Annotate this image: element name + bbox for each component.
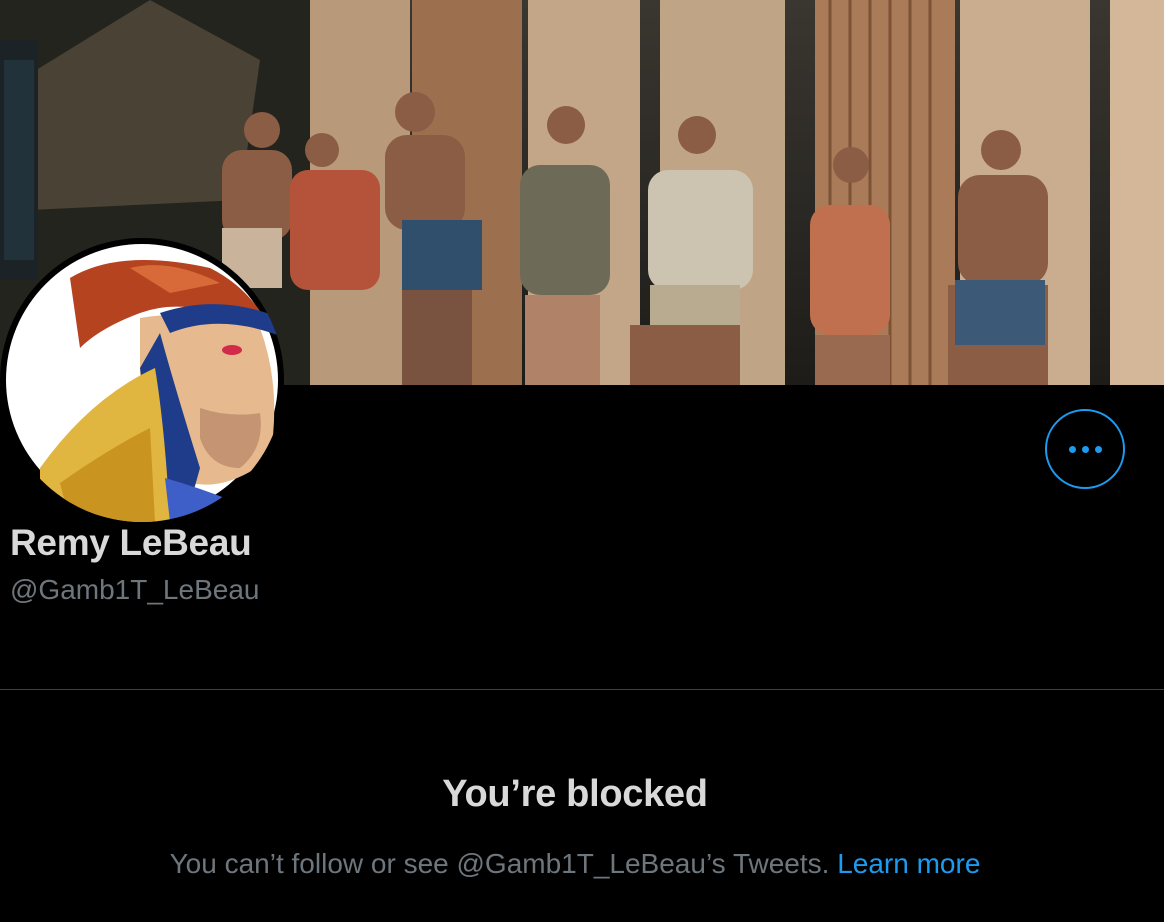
profile-handle: @Gamb1T_LeBeau [10,574,260,605]
more-horizontal-icon [1068,445,1102,453]
blocked-title: You’re blocked [442,773,708,815]
profile-display-name: Remy LeBeau [10,522,252,563]
more-dot [1094,445,1102,453]
section-divider [0,689,1164,690]
profile-avatar[interactable] [0,238,284,522]
blocked-message: You can’t follow or see @Gamb1T_LeBeau’s… [169,848,830,879]
blocked-message-row: You can’t follow or see @Gamb1T_LeBeau’s… [0,848,1150,880]
more-options-button[interactable] [1045,409,1125,489]
avatar-image [6,244,280,522]
more-dot [1068,445,1076,453]
learn-more-link[interactable]: Learn more [837,848,980,879]
more-dot [1081,445,1089,453]
